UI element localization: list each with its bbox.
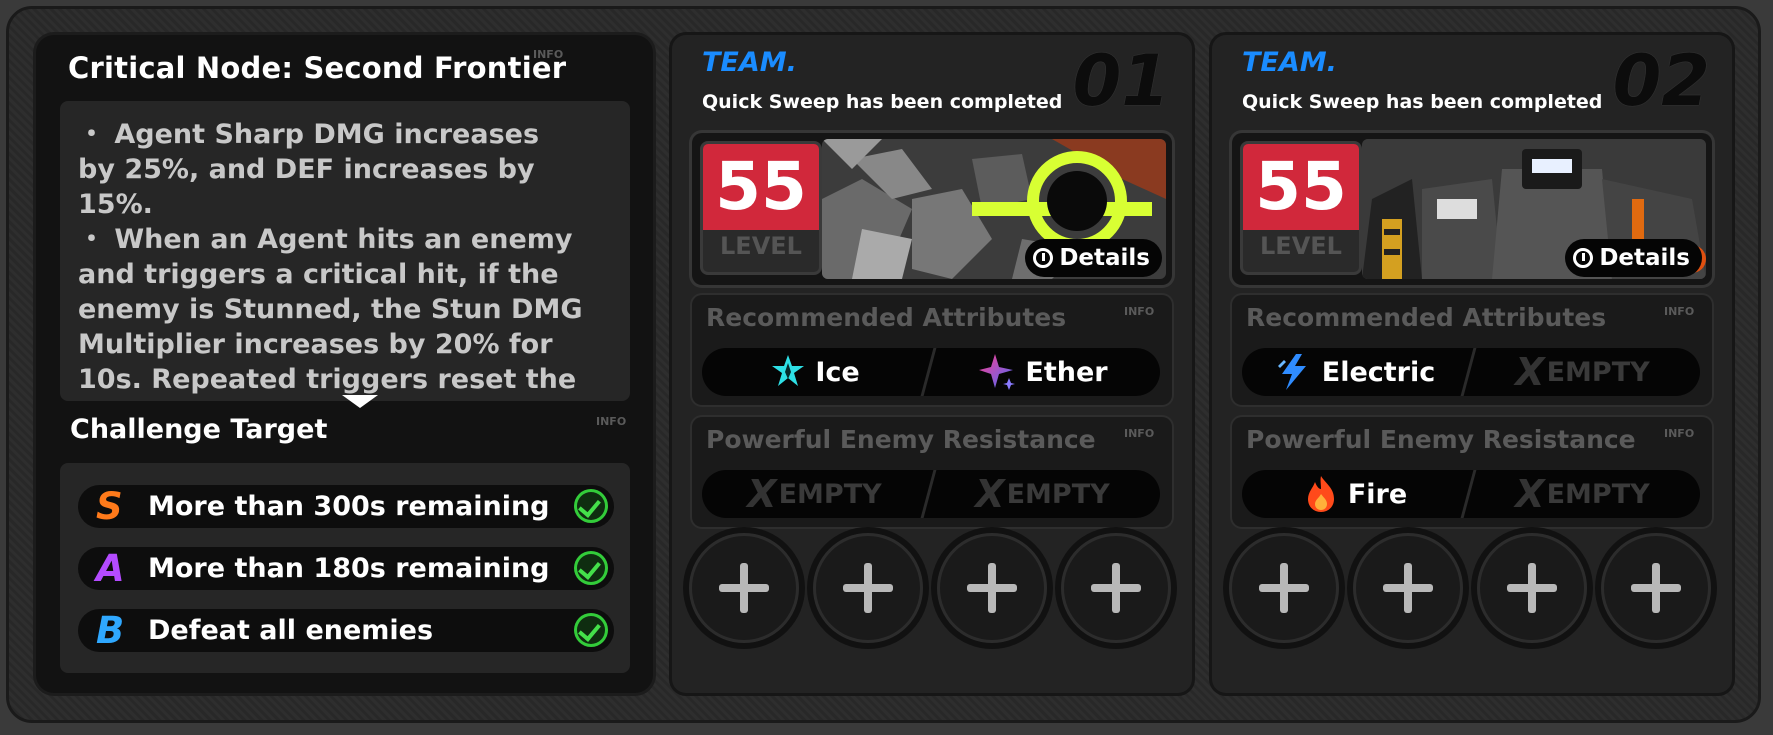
recommended-info-button[interactable]: INFO xyxy=(1664,305,1694,318)
enemy-card[interactable]: 55 LEVEL Details xyxy=(1232,133,1712,285)
details-label: Details xyxy=(1599,245,1690,271)
resistance-slot-fire: Fire xyxy=(1242,470,1467,518)
check-icon xyxy=(574,613,608,647)
x-icon: X xyxy=(975,472,1005,516)
attribute-label: EMPTY xyxy=(1546,356,1650,388)
target-text: More than 180s remaining xyxy=(148,553,550,584)
x-icon: X xyxy=(1515,472,1545,516)
resistance-title: Powerful Enemy Resistance xyxy=(1246,425,1636,454)
resistance-label: EMPTY xyxy=(1006,478,1110,510)
resistance-label: EMPTY xyxy=(1546,478,1650,510)
resistance-slot-empty: X EMPTY xyxy=(702,470,927,518)
description-line: enemy is Stunned, the Stun DMG xyxy=(78,294,583,325)
alert-icon xyxy=(1573,248,1594,268)
team-label: TEAM. xyxy=(702,47,797,78)
target-text: More than 300s remaining xyxy=(148,491,550,522)
team-number: 02 xyxy=(1612,40,1710,122)
attribute-label: Ether xyxy=(1025,356,1108,388)
x-icon: X xyxy=(1515,350,1545,394)
enemy-resistance-panel: Powerful Enemy Resistance INFO X EMPTY X… xyxy=(692,417,1172,527)
electric-icon xyxy=(1277,354,1306,390)
add-agent-button[interactable] xyxy=(1229,533,1339,643)
fire-icon xyxy=(1307,476,1334,512)
node-title: Critical Node: Second Frontier xyxy=(68,51,567,85)
challenge-target-a: A More than 180s remaining xyxy=(78,547,614,590)
buff-description-box[interactable]: ・ Agent Sharp DMG increases by 25%, and … xyxy=(60,101,630,401)
level-label: LEVEL xyxy=(720,232,802,260)
add-agent-button[interactable] xyxy=(689,533,799,643)
resistance-label: Fire xyxy=(1347,478,1408,510)
add-agent-button[interactable] xyxy=(813,533,923,643)
add-agent-button[interactable] xyxy=(1477,533,1587,643)
attribute-slot-ice: Ice xyxy=(702,348,927,396)
attribute-slot-electric: Electric xyxy=(1242,348,1467,396)
ice-icon xyxy=(772,355,805,386)
ether-icon xyxy=(979,354,1016,390)
description-line: ・ When an Agent hits an enemy xyxy=(78,224,573,255)
expand-description-caret-icon[interactable] xyxy=(342,395,378,408)
buff-description: ・ Agent Sharp DMG increases by 25%, and … xyxy=(60,101,630,401)
alert-icon xyxy=(1033,248,1054,268)
team-status: Quick Sweep has been completed xyxy=(1242,91,1603,113)
target-text: Defeat all enemies xyxy=(148,615,434,646)
enemy-card[interactable]: 55 LEVEL Details xyxy=(692,133,1172,285)
attribute-label: Electric xyxy=(1321,356,1436,388)
level-label: LEVEL xyxy=(1260,232,1342,260)
challenge-info-button[interactable]: INFO xyxy=(596,415,626,428)
check-icon xyxy=(574,551,608,585)
resistance-title: Powerful Enemy Resistance xyxy=(706,425,1096,454)
attribute-slot-ether: Ether xyxy=(930,348,1155,396)
add-agent-button[interactable] xyxy=(1601,533,1711,643)
resistance-pill: Fire X EMPTY xyxy=(1242,470,1700,518)
description-line: and triggers a critical hit, if the xyxy=(78,259,559,290)
add-agent-button[interactable] xyxy=(1061,533,1171,643)
enemy-resistance-panel: Powerful Enemy Resistance INFO Fire X EM… xyxy=(1232,417,1712,527)
info-button[interactable]: INFO xyxy=(533,48,563,61)
enemy-level-badge: 55 LEVEL xyxy=(700,141,822,275)
add-agent-button[interactable] xyxy=(1353,533,1463,643)
challenge-target-b: B Defeat all enemies xyxy=(78,609,614,652)
level-number: 55 xyxy=(1243,144,1359,230)
recommended-attributes-pill: Ice Ether xyxy=(702,348,1160,396)
details-label: Details xyxy=(1059,245,1150,271)
check-icon xyxy=(574,489,608,523)
recommended-info-button[interactable]: INFO xyxy=(1124,305,1154,318)
resistance-slot-empty: X EMPTY xyxy=(1470,470,1695,518)
challenge-target-s: S More than 300s remaining xyxy=(78,485,614,528)
x-icon: X xyxy=(747,472,777,516)
challenge-target-title: Challenge Target xyxy=(70,414,328,445)
description-line: Multiplier increases by 20% for xyxy=(78,329,553,360)
grade-a-icon: A xyxy=(96,547,125,590)
grade-b-icon: B xyxy=(96,609,125,652)
resistance-label: EMPTY xyxy=(778,478,882,510)
attribute-label: Ice xyxy=(815,356,860,388)
resistance-pill: X EMPTY X EMPTY xyxy=(702,470,1160,518)
level-number: 55 xyxy=(703,144,819,230)
details-button[interactable]: Details xyxy=(1025,239,1162,277)
resistance-info-button[interactable]: INFO xyxy=(1124,427,1154,440)
node-info-panel: Critical Node: Second Frontier INFO ・ Ag… xyxy=(36,35,653,693)
resistance-slot-empty: X EMPTY xyxy=(930,470,1155,518)
description-line: 15%. xyxy=(78,189,153,220)
recommended-attributes-panel: Recommended Attributes INFO Electric X E… xyxy=(1232,295,1712,405)
challenge-target-list: S More than 300s remaining A More than 1… xyxy=(60,463,630,673)
resistance-info-button[interactable]: INFO xyxy=(1664,427,1694,440)
description-line: ・ Agent Sharp DMG increases xyxy=(78,119,540,150)
attribute-slot-empty: X EMPTY xyxy=(1470,348,1695,396)
add-agent-button[interactable] xyxy=(937,533,1047,643)
team-number: 01 xyxy=(1072,40,1170,122)
team-label: TEAM. xyxy=(1242,47,1337,78)
recommended-attributes-title: Recommended Attributes xyxy=(706,303,1067,332)
enemy-level-badge: 55 LEVEL xyxy=(1240,141,1362,275)
team-panel-02: TEAM. Quick Sweep has been completed 02 xyxy=(1212,35,1732,693)
description-line: 10s. Repeated triggers reset the xyxy=(78,364,577,395)
description-line: by 25%, and DEF increases by xyxy=(78,154,535,185)
grade-s-icon: S xyxy=(96,485,123,528)
details-button[interactable]: Details xyxy=(1565,239,1702,277)
team-status: Quick Sweep has been completed xyxy=(702,91,1063,113)
recommended-attributes-panel: Recommended Attributes INFO Ice Ether xyxy=(692,295,1172,405)
recommended-attributes-pill: Electric X EMPTY xyxy=(1242,348,1700,396)
team-panel-01: TEAM. Quick Sweep has been completed 01 … xyxy=(672,35,1192,693)
recommended-attributes-title: Recommended Attributes xyxy=(1246,303,1607,332)
